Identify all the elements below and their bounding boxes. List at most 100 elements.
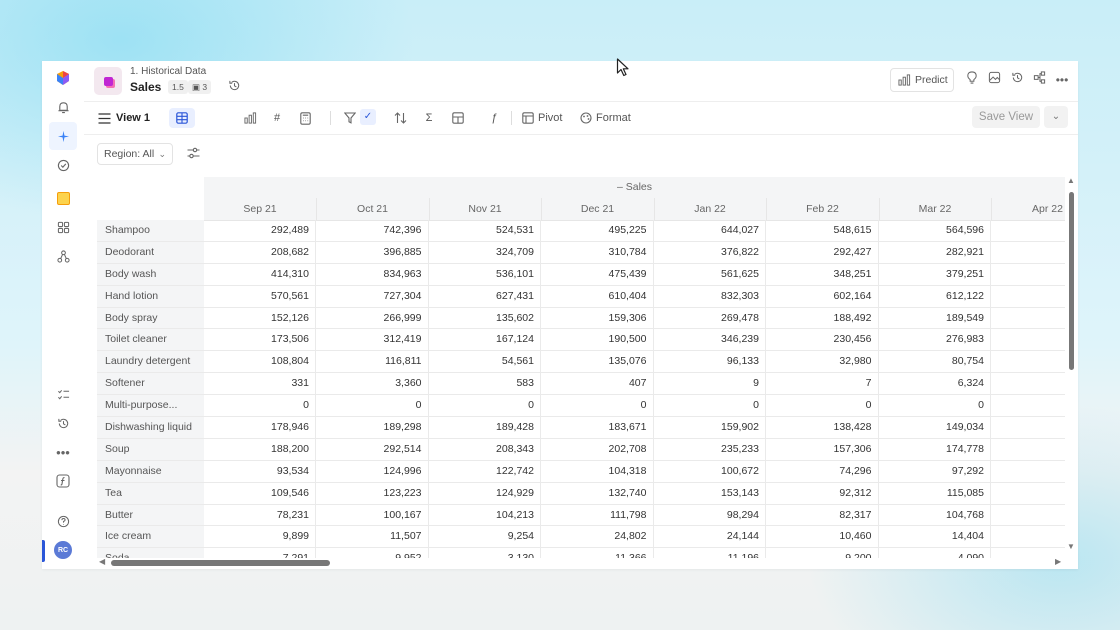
table-cell[interactable]: 96,133 [654,351,766,374]
table-cell[interactable]: 159,306 [542,307,654,330]
table-cell[interactable]: 9,899 [204,526,316,549]
table-cell[interactable]: 14,404 [879,526,991,549]
table-cell[interactable]: 24,802 [542,526,654,549]
table-cell[interactable]: 202,708 [542,438,654,461]
square-icon[interactable] [53,188,73,208]
table-cell[interactable]: 269,478 [654,307,766,330]
table-cell[interactable]: 74,296 [767,460,879,483]
adjust-filters-icon[interactable] [185,147,201,163]
table-cell[interactable]: 3,360 [317,373,429,396]
region-filter[interactable]: Region: All ⌄ [97,143,173,165]
table-cell[interactable]: 0 [429,395,541,418]
table-cell[interactable]: 346,239 [654,329,766,352]
check-circle-icon[interactable] [53,155,73,175]
bell-icon[interactable] [53,97,73,117]
chart-view-icon[interactable] [240,108,260,128]
scroll-right-arrow-icon[interactable]: ▶ [1055,557,1061,566]
table-cell[interactable] [992,395,1066,417]
table-cell[interactable]: 97,292 [879,460,991,483]
references-badge[interactable]: ▣ 3 [188,80,212,94]
save-view-button[interactable]: Save View [972,106,1040,128]
column-header[interactable]: Sep 21 [204,198,317,220]
table-cell[interactable]: 109,546 [204,482,316,505]
table-cell[interactable]: 18 [992,505,1066,527]
scroll-left-arrow-icon[interactable]: ◀ [99,557,105,566]
table-cell[interactable]: 548,615 [767,220,879,242]
table-cell[interactable]: 9,254 [429,526,541,549]
table-view-icon[interactable] [169,108,195,128]
table-cell[interactable]: 123,223 [317,482,429,505]
table-cell[interactable]: 153,143 [654,482,766,505]
table-cell[interactable]: 135,602 [429,307,541,330]
table-cell[interactable]: 16 [992,483,1066,505]
table-cell[interactable]: 13 [992,461,1066,483]
table-cell[interactable]: 173,506 [204,329,316,352]
row-label[interactable]: Ice cream [97,526,204,549]
table-cell[interactable]: 11,507 [317,526,429,549]
table-cell[interactable]: 100,167 [317,504,429,527]
calculator-view-icon[interactable] [295,108,315,128]
table-cell[interactable]: 183,671 [542,417,654,439]
table-cell[interactable]: 9 [992,351,1066,373]
row-label[interactable]: Butter [97,504,204,527]
number-view-icon[interactable]: # [267,108,287,128]
table-cell[interactable]: 644,027 [654,220,766,242]
column-header[interactable]: Apr 22 [992,198,1066,220]
table-cell[interactable]: 0 [317,395,429,418]
column-header[interactable]: Oct 21 [317,198,430,220]
table-cell[interactable]: 174,778 [879,438,991,461]
table-cell[interactable]: 24 [992,439,1066,461]
table-cell[interactable]: 26 [992,417,1066,439]
table-cell[interactable]: 266,999 [317,307,429,330]
table-cell[interactable]: 115,085 [879,482,991,505]
table-cell[interactable]: 111,798 [542,504,654,527]
table-cell[interactable]: 292,489 [204,220,316,242]
save-view-dropdown-chevron-icon[interactable]: ⌄ [1044,106,1068,128]
table-cell[interactable]: 78,231 [204,504,316,527]
table-cell[interactable]: 116,811 [317,351,429,374]
column-header[interactable]: Nov 21 [429,198,542,220]
table-cell[interactable]: 135,076 [542,351,654,374]
table-cell[interactable]: 104,213 [429,504,541,527]
table-cell[interactable]: 132,740 [542,482,654,505]
row-label[interactable]: Body spray [97,307,204,330]
table-cell[interactable]: 36 [992,329,1066,351]
horizontal-scrollbar[interactable]: ◀ ▶ [97,557,1065,569]
table-cell[interactable]: 495,225 [542,220,654,242]
row-label[interactable]: Shampoo [97,220,204,242]
row-label[interactable]: Body wash [97,263,204,286]
layout-columns-icon[interactable] [448,108,468,128]
page-title[interactable]: Sales [130,80,161,94]
column-header[interactable]: Mar 22 [879,198,992,220]
table-cell[interactable]: 331 [204,373,316,396]
filter-active-check-icon[interactable]: ✓ [360,109,376,125]
function-icon[interactable]: ƒ [484,108,504,128]
table-cell[interactable]: 524,531 [429,220,541,242]
table-cell[interactable]: 536,101 [429,263,541,286]
history-icon[interactable] [53,413,73,433]
table-cell[interactable]: 832,303 [654,285,766,308]
table-cell[interactable]: 0 [654,395,766,418]
group-header[interactable]: – Sales [204,177,1065,199]
table-cell[interactable]: 292,514 [317,438,429,461]
filter-icon[interactable] [340,108,360,128]
table-cell[interactable] [992,373,1066,395]
format-button[interactable]: Format [580,108,631,128]
table-cell[interactable]: 414,310 [204,263,316,286]
table-cell[interactable]: 7 [767,373,879,396]
table-cell[interactable]: 610,404 [542,285,654,308]
row-label[interactable]: Softener [97,373,204,396]
table-cell[interactable]: 1 [992,526,1066,548]
table-cell[interactable]: 310,784 [542,241,654,264]
table-cell[interactable]: 0 [542,395,654,418]
column-header[interactable]: Jan 22 [654,198,767,220]
table-cell[interactable]: 104,318 [542,460,654,483]
table-cell[interactable]: 81 [992,220,1066,242]
table-cell[interactable]: 612,122 [879,285,991,308]
table-cell[interactable]: 6,324 [879,373,991,396]
table-cell[interactable]: 208,343 [429,438,541,461]
table-cell[interactable]: 93,534 [204,460,316,483]
more-options-icon[interactable]: ••• [1053,71,1071,89]
lightbulb-icon[interactable] [963,71,981,89]
table-cell[interactable]: 282,921 [879,241,991,264]
